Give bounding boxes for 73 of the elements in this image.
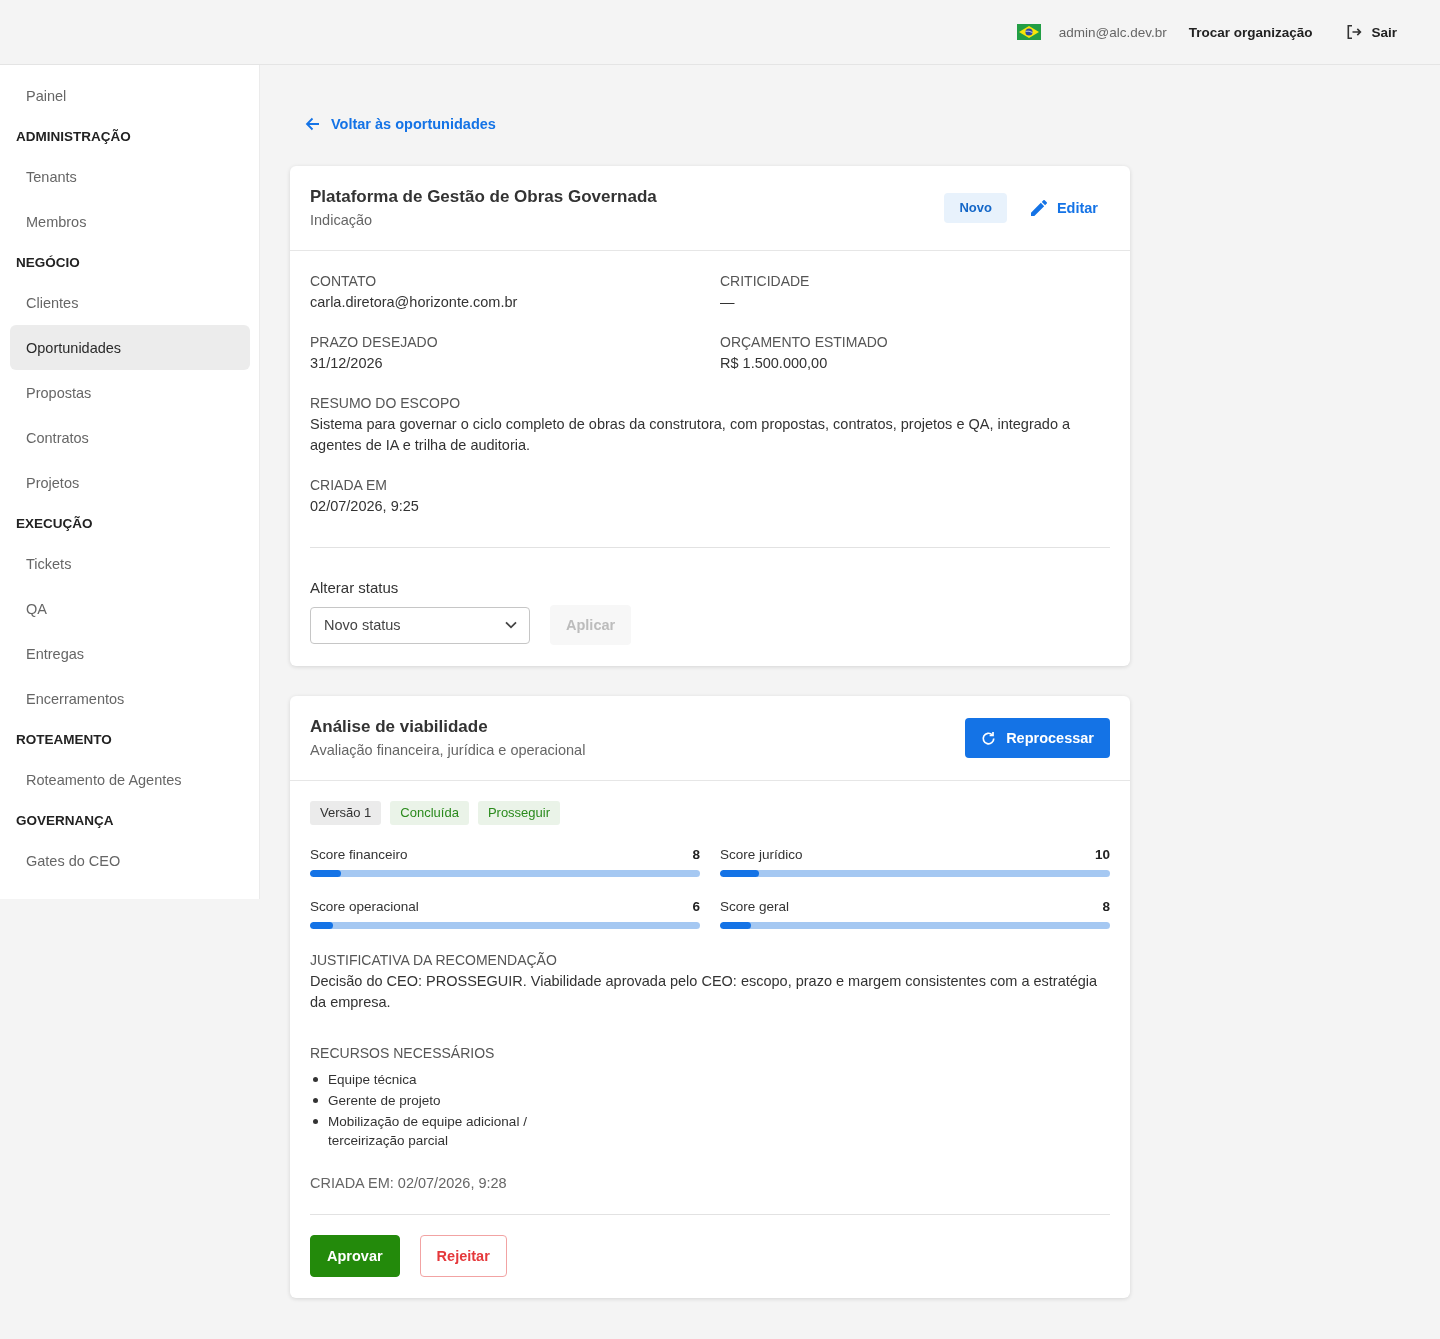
bullet-icon xyxy=(313,1077,318,1082)
nav-item[interactable]: Propostas xyxy=(10,370,250,415)
nav-item[interactable]: Oportunidades xyxy=(10,325,250,370)
score-label: Score jurídico xyxy=(720,846,803,864)
status-tag: Prosseguir xyxy=(477,801,560,825)
field-value: 02/07/2026, 9:25 xyxy=(310,497,420,516)
logout-button[interactable]: Sair xyxy=(1338,18,1405,46)
created-at: CRIADA EM: 02/07/2026, 9:28 xyxy=(310,1174,508,1193)
status-badge: Novo xyxy=(944,193,1007,223)
card-title: Análise de viabilidade xyxy=(310,716,489,738)
chevron-down-icon xyxy=(505,621,517,629)
refresh-icon xyxy=(981,730,997,746)
field-label: RESUMO DO ESCOPO xyxy=(310,394,462,413)
field-value: Sistema para governar o ciclo completo de obras da construtora, com propostas, contratos, projetos e QA, integrado a agentes de IA e trilha de auditoria. xyxy=(310,415,1072,455)
score-value: 10 xyxy=(1094,846,1110,864)
section-label: JUSTIFICATIVA DA RECOMENDAÇÃO xyxy=(310,951,558,970)
nav-section-title: GOVERNANÇA xyxy=(15,811,115,830)
nav-section-title: ADMINISTRAÇÃO xyxy=(15,127,132,146)
nav-item[interactable]: Projetos xyxy=(10,460,250,505)
field-label: CONTATO xyxy=(310,272,378,291)
nav-item[interactable]: Gates do CEO xyxy=(10,838,250,883)
field-value: R$ 1.500.000,00 xyxy=(720,354,829,373)
back-link[interactable]: Voltar às oportunidades xyxy=(305,114,496,134)
resource-item: Gerente de projeto xyxy=(328,1092,441,1110)
field-label: CRIADA EM xyxy=(310,476,388,495)
logout-icon xyxy=(1346,24,1363,40)
approve-button[interactable]: Aprovar xyxy=(310,1235,400,1277)
nav-item[interactable]: Membros xyxy=(10,199,250,244)
card-title: Plataforma de Gestão de Obras Governada xyxy=(310,186,657,208)
score-label: Score operacional xyxy=(310,898,419,916)
nav-item[interactable]: QA xyxy=(10,586,250,631)
nav-section-title: ROTEAMENTO xyxy=(15,730,113,749)
section-label: RECURSOS NECESSÁRIOS xyxy=(310,1044,496,1063)
score-value: 8 xyxy=(1102,898,1110,916)
field-value: — xyxy=(720,293,736,312)
score-value: 6 xyxy=(692,898,700,916)
score-value: 8 xyxy=(692,846,700,864)
score-label: Score geral xyxy=(720,898,790,916)
nav-section-title: NEGÓCIO xyxy=(15,253,81,272)
resource-item: Equipe técnica xyxy=(328,1071,417,1089)
nav-item[interactable]: Contratos xyxy=(10,415,250,460)
nav-item[interactable]: Encerramentos xyxy=(10,676,250,721)
score-label: Score financeiro xyxy=(310,846,408,864)
nav-item[interactable]: Painel xyxy=(10,73,250,118)
field-label: ORÇAMENTO ESTIMADO xyxy=(720,333,889,352)
bullet-icon xyxy=(313,1119,318,1124)
field-label: CRITICIDADE xyxy=(720,272,811,291)
bullet-icon xyxy=(313,1098,318,1103)
nav-section-title: EXECUÇÃO xyxy=(15,514,94,533)
nav-item[interactable]: Tickets xyxy=(10,541,250,586)
nav-item[interactable]: Clientes xyxy=(10,280,250,325)
resource-item: Mobilização de equipe adicional / terceirização parcial xyxy=(328,1113,528,1150)
pencil-icon xyxy=(1030,200,1047,216)
card-subtitle: Avaliação financeira, jurídica e operacional xyxy=(310,741,586,760)
status-tag: Concluída xyxy=(390,801,469,825)
reject-button[interactable]: Rejeitar xyxy=(419,1235,507,1277)
nav-item[interactable]: Tenants xyxy=(10,154,250,199)
user-email: admin@alc.dev.br xyxy=(1058,24,1167,40)
field-label: PRAZO DESEJADO xyxy=(310,333,439,352)
field-value: 31/12/2026 xyxy=(310,354,384,373)
field-value: carla.diretora@horizonte.com.br xyxy=(310,293,519,312)
switch-organization-button[interactable]: Trocar organização xyxy=(1180,18,1321,46)
edit-button[interactable]: Editar xyxy=(1018,194,1110,222)
card-subtitle: Indicação xyxy=(310,211,374,230)
nav-item[interactable]: Entregas xyxy=(10,631,250,676)
status-select[interactable]: Novo status xyxy=(310,606,530,644)
arrow-left-icon xyxy=(305,117,320,131)
reprocess-button[interactable]: Reprocessar xyxy=(965,718,1110,758)
status-label: Alterar status xyxy=(310,578,400,598)
flag-icon xyxy=(1016,24,1041,40)
nav-item[interactable]: Roteamento de Agentes xyxy=(10,757,250,802)
status-tag: Versão 1 xyxy=(310,801,382,825)
justification-text: Decisão do CEO: PROSSEGUIR. Viabilidade aprovada pelo CEO: escopo, prazo e margem consistentes com a estratégia da empresa. xyxy=(310,972,1099,1012)
